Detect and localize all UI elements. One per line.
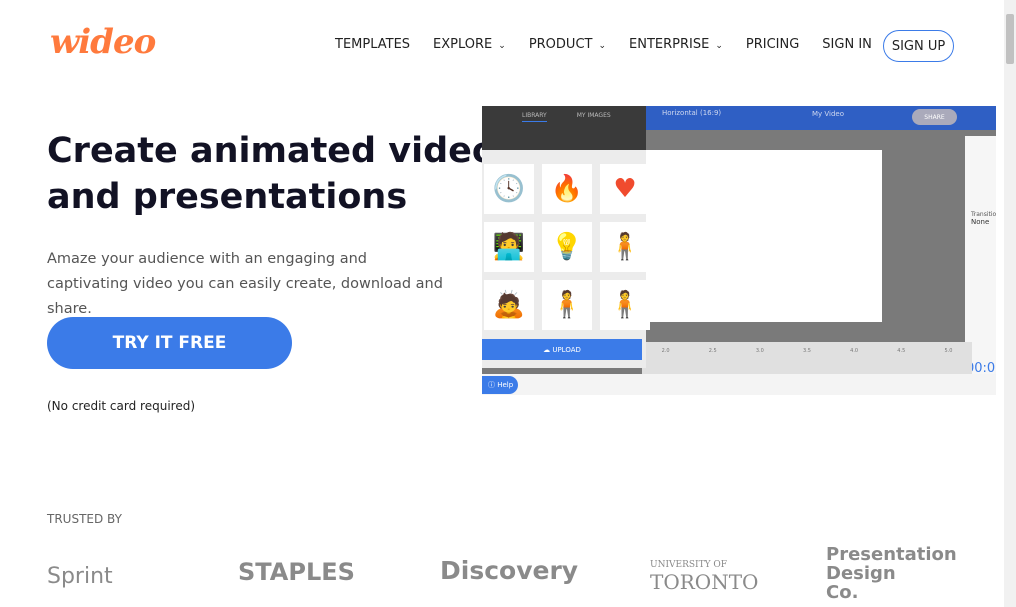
tab-library: LIBRARY bbox=[522, 112, 547, 122]
upload-button: ☁ UPLOAD bbox=[482, 339, 642, 360]
chevron-down-icon: ⌄ bbox=[715, 41, 723, 51]
person-standing-icon: 🧍 bbox=[600, 222, 650, 272]
editor-preview-video[interactable]: Horizontal (16:9) My Video SHARE Transit… bbox=[482, 106, 996, 395]
nav-enterprise[interactable]: ENTERPRISE ⌄ bbox=[629, 37, 723, 52]
sign-up-button[interactable]: SIGN UP bbox=[883, 30, 954, 62]
no-credit-card-note: (No credit card required) bbox=[47, 399, 196, 413]
try-it-free-button[interactable]: TRY IT FREE bbox=[47, 317, 292, 369]
wideo-logo[interactable]: wideo bbox=[50, 22, 156, 62]
toronto-logo-name: TORONTO bbox=[650, 570, 759, 594]
nav-templates[interactable]: TEMPLATES bbox=[335, 37, 410, 52]
hero-subtitle: Amaze your audience with an engaging and… bbox=[47, 251, 443, 317]
format-selector: Horizontal (16:9) bbox=[662, 109, 722, 117]
nav-sign-in[interactable]: SIGN IN bbox=[822, 37, 872, 52]
trusted-logos: Sprint STAPLES Discovery UNIVERSITY OF T… bbox=[0, 545, 1000, 602]
presentation-design-logo: Presentation Design Co. bbox=[826, 544, 957, 603]
trusted-by-label: TRUSTED BY bbox=[47, 512, 122, 526]
nav-product[interactable]: PRODUCT ⌄ bbox=[529, 37, 606, 52]
chevron-down-icon: ⌄ bbox=[598, 41, 607, 51]
chevron-down-icon: ⌄ bbox=[498, 41, 506, 51]
person-desk-icon: 🧑‍💻 bbox=[484, 222, 534, 272]
person-bending-icon: 🙇 bbox=[484, 280, 534, 330]
discovery-logo: Discovery bbox=[440, 556, 579, 585]
nav-explore[interactable]: EXPLORE ⌄ bbox=[433, 37, 506, 52]
page-title: Create animated videos and presentations bbox=[47, 131, 517, 217]
lightbulb-icon: 💡 bbox=[542, 222, 592, 272]
sprint-logo: Sprint bbox=[47, 564, 113, 589]
video-name: My Video bbox=[812, 110, 845, 118]
person-standing-icon: 🧍 bbox=[600, 280, 650, 330]
clock-icon: 🕓 bbox=[484, 164, 534, 214]
fire-icon: 🔥 bbox=[542, 164, 592, 214]
editor-canvas bbox=[642, 150, 882, 322]
share-button: SHARE bbox=[912, 109, 957, 125]
scenes-sidebar: Transition None 00:0 bbox=[965, 136, 996, 376]
scrollbar-thumb[interactable] bbox=[1006, 14, 1014, 64]
editor-bottom-bar bbox=[482, 374, 996, 395]
main-nav: TEMPLATES EXPLORE ⌄ PRODUCT ⌄ ENTERPRISE ⌄ … bbox=[335, 37, 895, 52]
scrollbar[interactable] bbox=[1004, 0, 1016, 607]
nav-pricing[interactable]: PRICING bbox=[746, 37, 799, 52]
help-button: ⓘ Help bbox=[482, 376, 518, 394]
staples-logo: STAPLES bbox=[238, 558, 355, 586]
heart-icon: ♥ bbox=[600, 164, 650, 214]
person-standing-icon: 🧍 bbox=[542, 280, 592, 330]
tab-my-images: MY IMAGES bbox=[576, 112, 611, 119]
library-panel: LIBRARY MY IMAGES 🕓 🔥 ♥ 🧑‍💻 💡 🧍 🙇 🧍 🧍 ☁ U… bbox=[482, 106, 650, 368]
toronto-logo: UNIVERSITY OF bbox=[650, 560, 728, 570]
